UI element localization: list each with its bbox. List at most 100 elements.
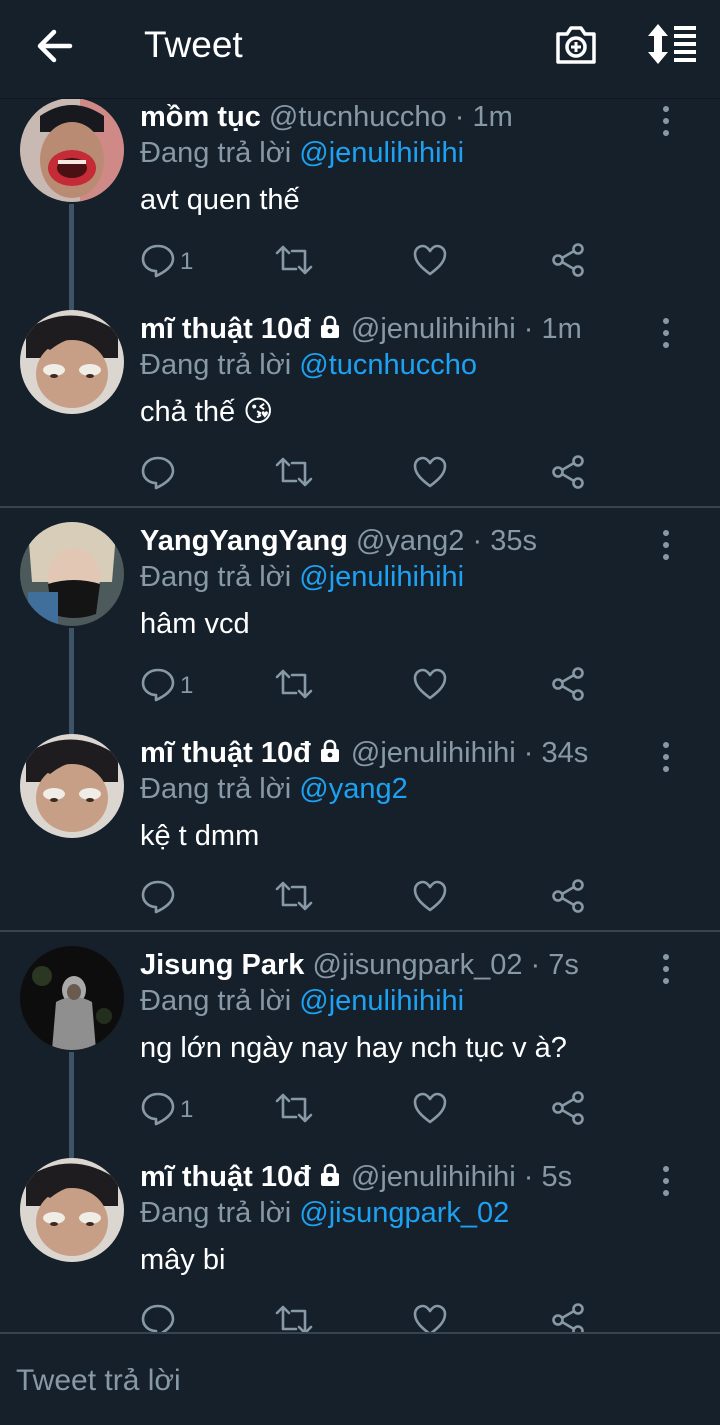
- share-button[interactable]: [550, 666, 586, 706]
- replying-to-label: Đang trả lời: [140, 349, 300, 381]
- retweet-button[interactable]: [274, 454, 314, 494]
- like-button[interactable]: [412, 1090, 448, 1130]
- replying-to: Đang trả lời @yang2: [140, 772, 408, 806]
- tweet[interactable]: Jisung Park @jisungpark_02 · 7s Đang trả…: [0, 946, 720, 1158]
- more-options-icon[interactable]: [654, 104, 678, 138]
- avatar[interactable]: [20, 522, 124, 626]
- reply-button[interactable]: 1: [140, 1090, 193, 1130]
- reply-icon: [141, 880, 175, 914]
- heart-icon: [413, 880, 447, 912]
- mention-link[interactable]: @tucnhuccho: [299, 349, 477, 381]
- share-button[interactable]: [550, 1302, 586, 1332]
- reply-compose-bar: Tweet trả lời: [0, 1332, 720, 1425]
- handle-time: @yang2 · 35s: [355, 525, 537, 557]
- avatar[interactable]: [20, 98, 124, 202]
- tweet-text: avt quen thế: [140, 184, 300, 216]
- like-button[interactable]: [412, 878, 448, 918]
- display-name[interactable]: mĩ thuật 10đ: [140, 737, 311, 769]
- share-button[interactable]: [550, 242, 586, 282]
- reply-button[interactable]: [140, 1302, 176, 1332]
- more-options-icon[interactable]: [654, 1164, 678, 1198]
- reply-button[interactable]: [140, 878, 176, 918]
- share-button[interactable]: [550, 454, 586, 494]
- share-icon: [552, 243, 584, 277]
- tweet[interactable]: YangYangYang @yang2 · 35s Đang trả lời @…: [0, 522, 720, 734]
- lock-icon: [320, 739, 339, 762]
- retweet-icon: [275, 1305, 313, 1332]
- replying-to: Đang trả lời @jenulihihihi: [140, 984, 464, 1018]
- avatar[interactable]: [20, 734, 124, 838]
- tweet[interactable]: mồm tục @tucnhuccho · 1m Đang trả lời @j…: [0, 98, 720, 310]
- retweet-icon: [275, 881, 313, 911]
- reply-button[interactable]: [140, 454, 176, 494]
- retweet-button[interactable]: [274, 1302, 314, 1332]
- retweet-icon: [275, 1093, 313, 1123]
- heart-icon: [413, 668, 447, 700]
- tweet-actions: [140, 878, 600, 922]
- replying-to-label: Đang trả lời: [140, 773, 300, 805]
- like-button[interactable]: [412, 666, 448, 706]
- tweet-actions: 1: [140, 242, 600, 286]
- replying-to-label: Đang trả lời: [140, 1197, 300, 1229]
- retweet-button[interactable]: [274, 242, 314, 282]
- heart-icon: [413, 1092, 447, 1124]
- replying-to: Đang trả lời @jisungpark_02: [140, 1196, 509, 1230]
- retweet-button[interactable]: [274, 1090, 314, 1130]
- handle-time: @jenulihihihi · 1m: [350, 313, 582, 345]
- avatar[interactable]: [20, 1158, 124, 1262]
- display-name[interactable]: Jisung Park: [140, 949, 304, 981]
- replying-to: Đang trả lời @jenulihihihi: [140, 560, 464, 594]
- lock-icon: [320, 1163, 339, 1186]
- share-icon: [552, 455, 584, 489]
- display-name[interactable]: mĩ thuật 10đ: [140, 1161, 311, 1193]
- more-options-icon[interactable]: [654, 740, 678, 774]
- display-name[interactable]: mĩ thuật 10đ: [140, 313, 311, 345]
- reply-count: 1: [180, 672, 194, 699]
- mention-link[interactable]: @jenulihihihi: [299, 985, 464, 1017]
- tweet[interactable]: mĩ thuật 10đ @jenulihihihi · 5s Đang trả…: [0, 1158, 720, 1332]
- mention-link[interactable]: @yang2: [299, 773, 407, 805]
- sort-icon[interactable]: [644, 20, 700, 68]
- replying-to-label: Đang trả lời: [140, 137, 300, 169]
- more-options-icon[interactable]: [654, 952, 678, 986]
- page-title: Tweet: [144, 24, 243, 65]
- display-name[interactable]: mồm tục: [140, 101, 261, 133]
- replying-to-label: Đang trả lời: [140, 985, 300, 1017]
- tweet-actions: [140, 1302, 600, 1332]
- share-button[interactable]: [550, 1090, 586, 1130]
- reply-button[interactable]: 1: [140, 242, 193, 282]
- handle-time: @jisungpark_02 · 7s: [312, 949, 579, 981]
- retweet-button[interactable]: [274, 666, 314, 706]
- like-button[interactable]: [412, 454, 448, 494]
- camera-add-icon[interactable]: [552, 20, 600, 68]
- like-button[interactable]: [412, 1302, 448, 1332]
- retweet-icon: [275, 457, 313, 487]
- share-icon: [552, 1303, 584, 1332]
- heart-icon: [413, 1304, 447, 1332]
- back-arrow-icon[interactable]: [30, 20, 82, 72]
- share-icon: [552, 667, 584, 701]
- mention-link[interactable]: @jenulihihihi: [299, 561, 464, 593]
- tweet-text: hâm vcd: [140, 608, 250, 640]
- more-options-icon[interactable]: [654, 316, 678, 350]
- retweet-button[interactable]: [274, 878, 314, 918]
- like-button[interactable]: [412, 242, 448, 282]
- handle-time: @jenulihihihi · 5s: [350, 1161, 573, 1193]
- reply-count: 1: [180, 1096, 194, 1123]
- mention-link[interactable]: @jisungpark_02: [299, 1197, 509, 1229]
- display-name[interactable]: YangYangYang: [140, 525, 348, 557]
- tweet[interactable]: mĩ thuật 10đ @jenulihihihi · 34s Đang tr…: [0, 734, 720, 946]
- top-bar: Tweet: [0, 0, 720, 99]
- share-button[interactable]: [550, 878, 586, 918]
- tweet[interactable]: mĩ thuật 10đ @jenulihihihi · 1m Đang trả…: [0, 310, 720, 522]
- reply-input[interactable]: Tweet trả lời: [16, 1364, 181, 1398]
- tweet-text: chả thế 😘: [140, 396, 274, 428]
- reply-icon: [141, 456, 175, 490]
- tweet-actions: 1: [140, 1090, 600, 1134]
- reply-button[interactable]: 1: [140, 666, 193, 706]
- avatar[interactable]: [20, 310, 124, 414]
- avatar[interactable]: [20, 946, 124, 1050]
- mention-link[interactable]: @jenulihihihi: [299, 137, 464, 169]
- share-icon: [552, 879, 584, 913]
- more-options-icon[interactable]: [654, 528, 678, 562]
